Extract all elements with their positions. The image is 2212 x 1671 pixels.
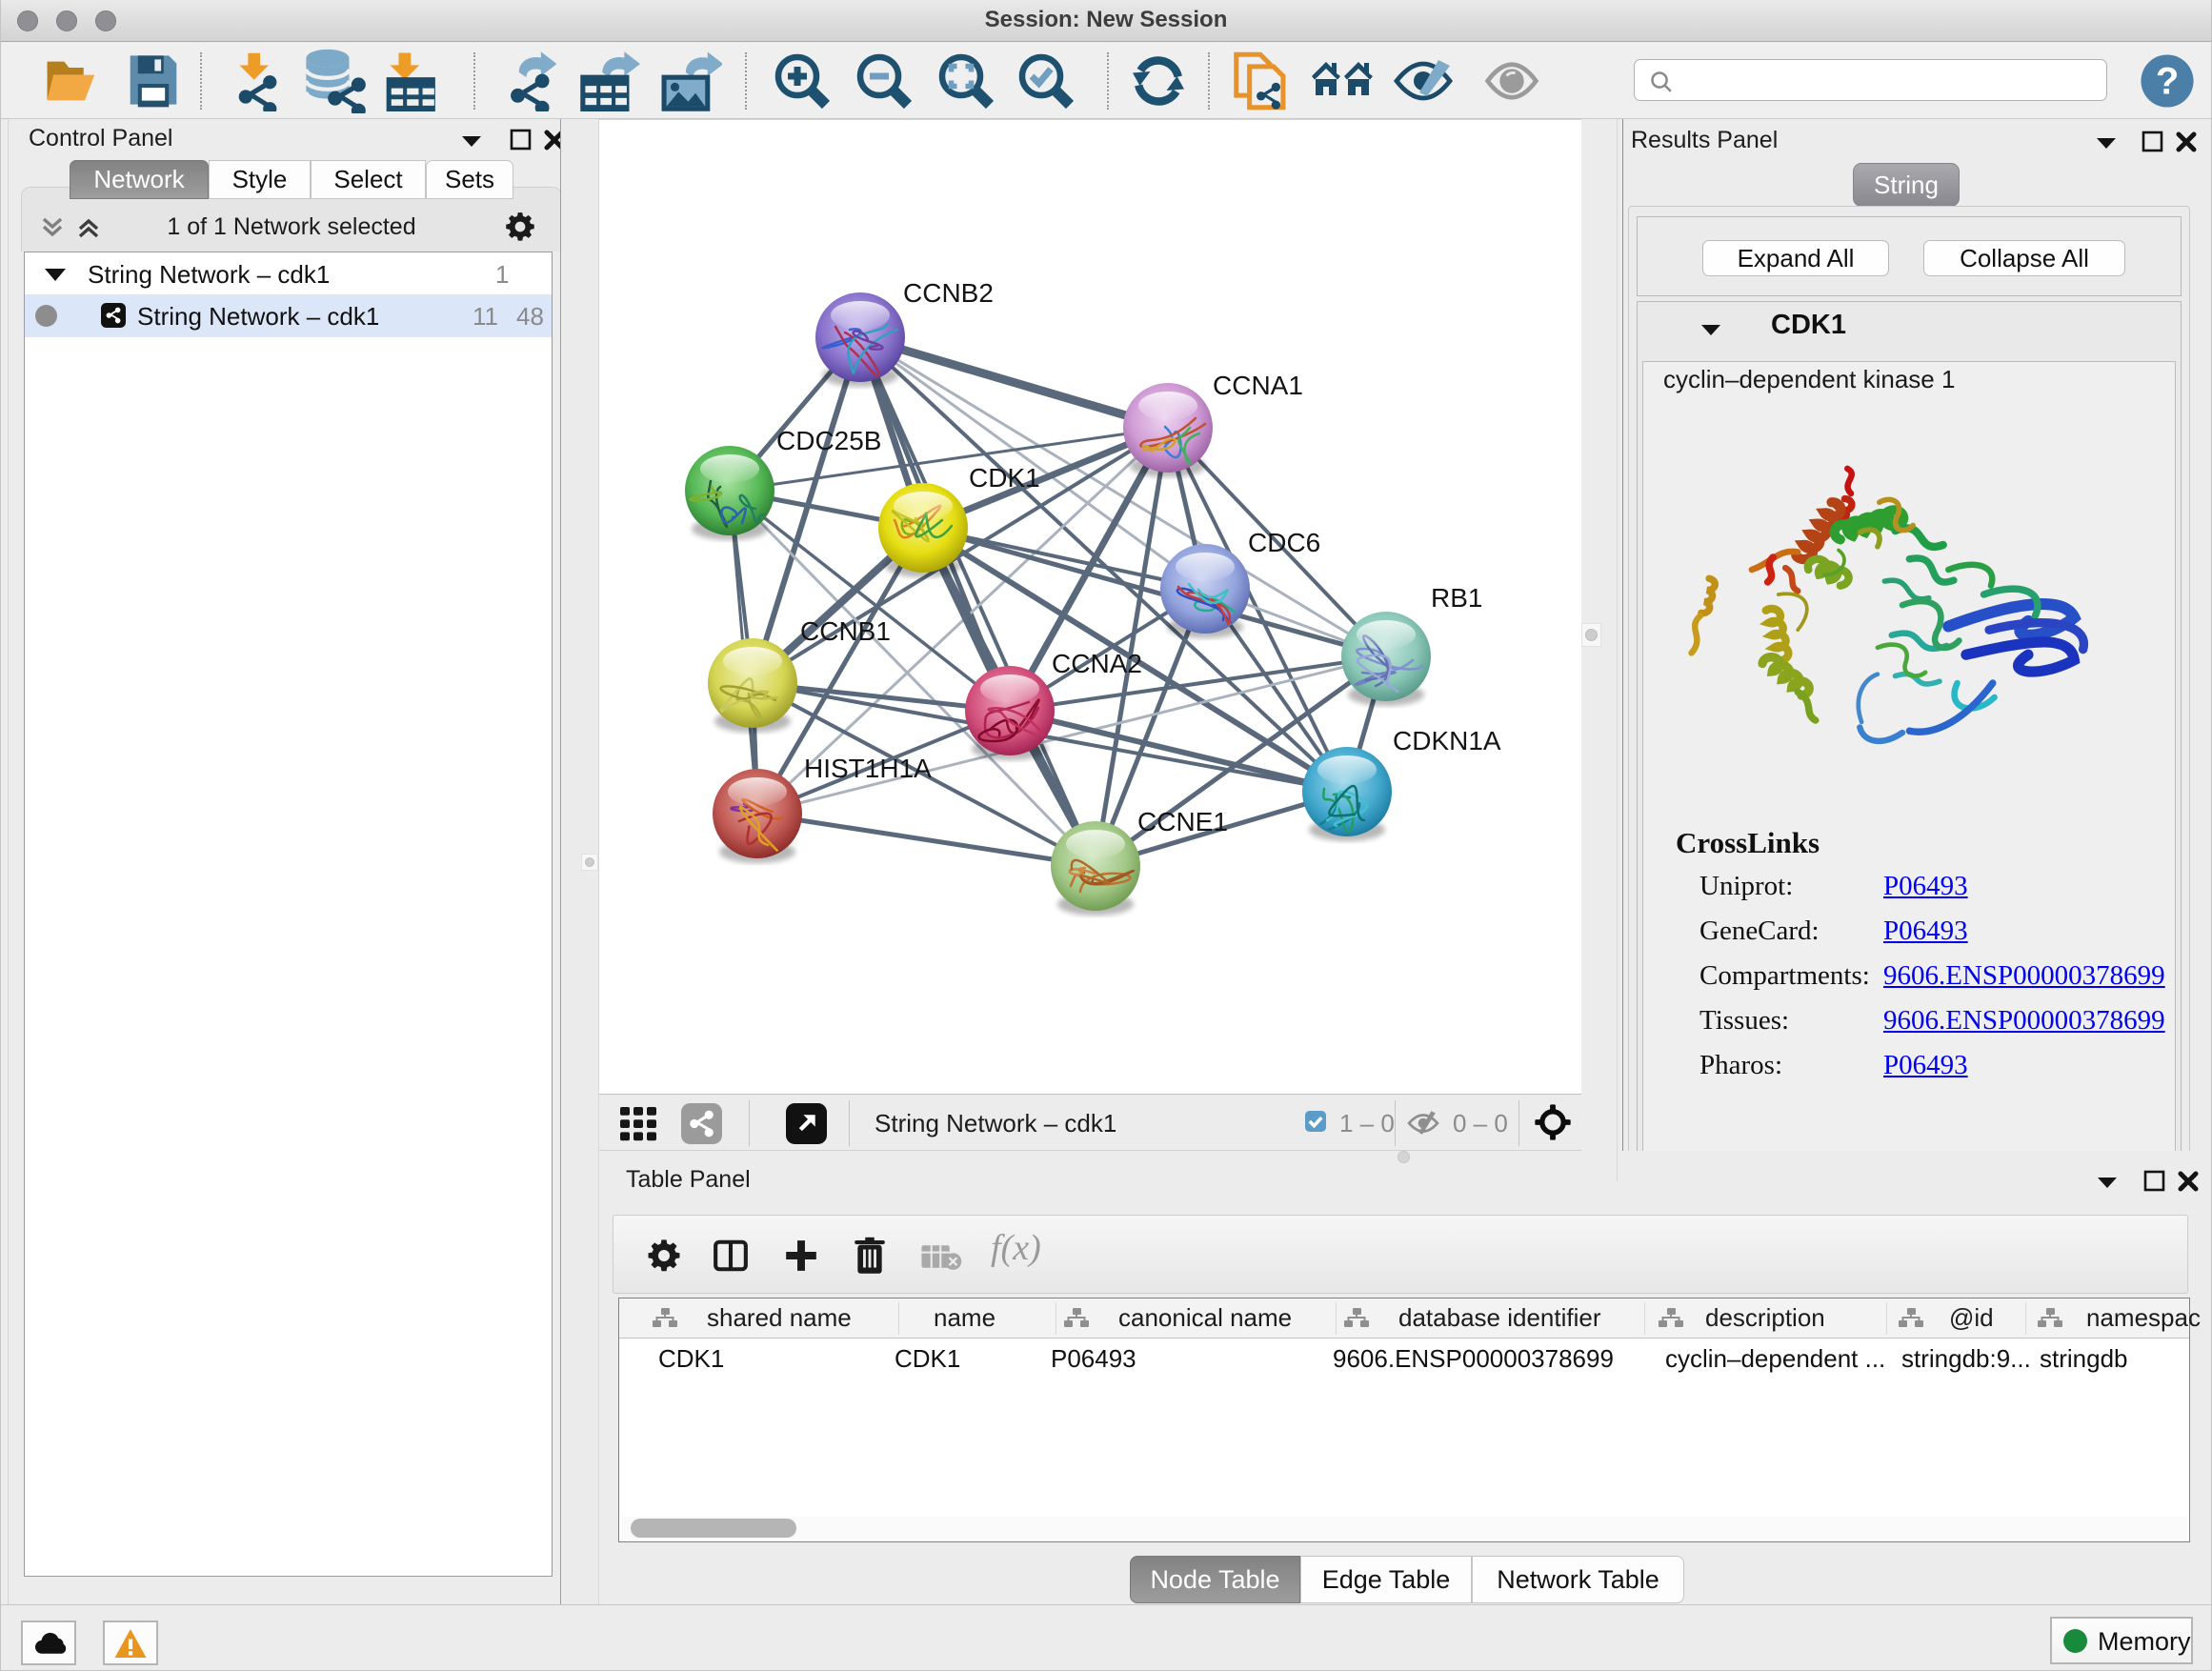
svg-text:CCNB2: CCNB2 — [903, 278, 994, 308]
svg-text:CCNA1: CCNA1 — [1213, 371, 1303, 400]
svg-text:CDKN1A: CDKN1A — [1393, 726, 1501, 755]
svg-text:CDC6: CDC6 — [1248, 528, 1320, 557]
svg-text:CDK1: CDK1 — [969, 463, 1040, 493]
svg-text:RB1: RB1 — [1431, 583, 1482, 613]
svg-text:CDC25B: CDC25B — [776, 426, 881, 455]
svg-text:CCNA2: CCNA2 — [1052, 649, 1142, 678]
svg-text:?: ? — [2156, 61, 2179, 103]
svg-text:HIST1H1A: HIST1H1A — [804, 754, 932, 783]
svg-text:CCNE1: CCNE1 — [1137, 807, 1228, 836]
svg-text:CCNB1: CCNB1 — [800, 616, 891, 646]
